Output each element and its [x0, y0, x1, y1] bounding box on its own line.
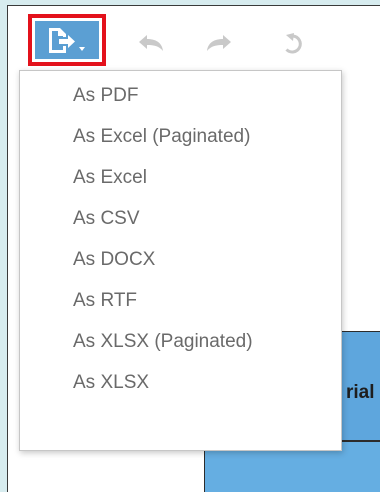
export-button[interactable] — [28, 14, 106, 66]
menu-item-label: As Excel (Paginated) — [73, 126, 251, 147]
menu-item-as-rtf[interactable]: As RTF — [20, 289, 341, 330]
menu-item-label: As Excel — [73, 167, 147, 188]
menu-item-as-excel-paginated[interactable]: As Excel (Paginated) — [20, 125, 341, 166]
menu-item-label: As CSV — [73, 208, 140, 229]
menu-item-label: As XLSX (Paginated) — [73, 331, 253, 352]
menu-item-label: As XLSX — [73, 372, 150, 393]
menu-item-label: As PDF — [73, 85, 139, 106]
menu-item-label: As DOCX — [73, 249, 156, 270]
menu-item-as-excel[interactable]: As Excel — [20, 166, 341, 207]
revert-icon[interactable] — [278, 33, 308, 55]
toolbar — [8, 6, 380, 68]
menu-item-as-docx[interactable]: As DOCX — [20, 248, 341, 289]
report-cell-text: rial — [346, 382, 375, 403]
menu-item-as-pdf[interactable]: As PDF — [20, 84, 341, 125]
menu-item-as-xlsx-paginated[interactable]: As XLSX (Paginated) — [20, 330, 341, 371]
redo-arrow-icon[interactable] — [204, 33, 234, 55]
menu-item-as-csv[interactable]: As CSV — [20, 207, 341, 248]
export-document-icon — [49, 28, 85, 53]
undo-arrow-icon[interactable] — [136, 33, 166, 55]
menu-item-as-xlsx[interactable]: As XLSX — [20, 371, 341, 412]
viewer-window: rial As PDF As Excel (Paginated) As Exce… — [7, 5, 380, 492]
menu-item-label: As RTF — [73, 290, 138, 311]
export-button-face — [35, 21, 99, 59]
export-menu: As PDF As Excel (Paginated) As Excel As … — [19, 70, 342, 451]
